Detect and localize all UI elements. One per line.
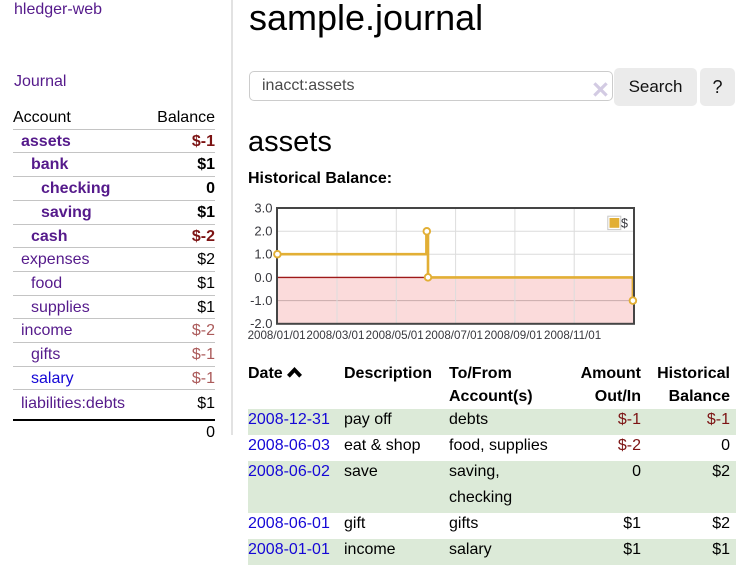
- svg-text:3.0: 3.0: [254, 200, 272, 215]
- svg-text:2008/01/01: 2008/01/01: [248, 329, 306, 342]
- svg-text:2.0: 2.0: [254, 224, 272, 239]
- svg-text:2008/05/01: 2008/05/01: [366, 329, 424, 342]
- svg-text:2008/07/01: 2008/07/01: [425, 329, 483, 342]
- svg-text:2008/03/01: 2008/03/01: [306, 329, 364, 342]
- svg-text:1.0: 1.0: [254, 247, 272, 262]
- svg-text:0.0: 0.0: [254, 270, 272, 285]
- svg-text:-1.0: -1.0: [250, 293, 272, 308]
- svg-text:2008/11/01: 2008/11/01: [544, 329, 601, 342]
- svg-text:$: $: [621, 217, 628, 231]
- svg-text:2008/09/01: 2008/09/01: [484, 329, 542, 342]
